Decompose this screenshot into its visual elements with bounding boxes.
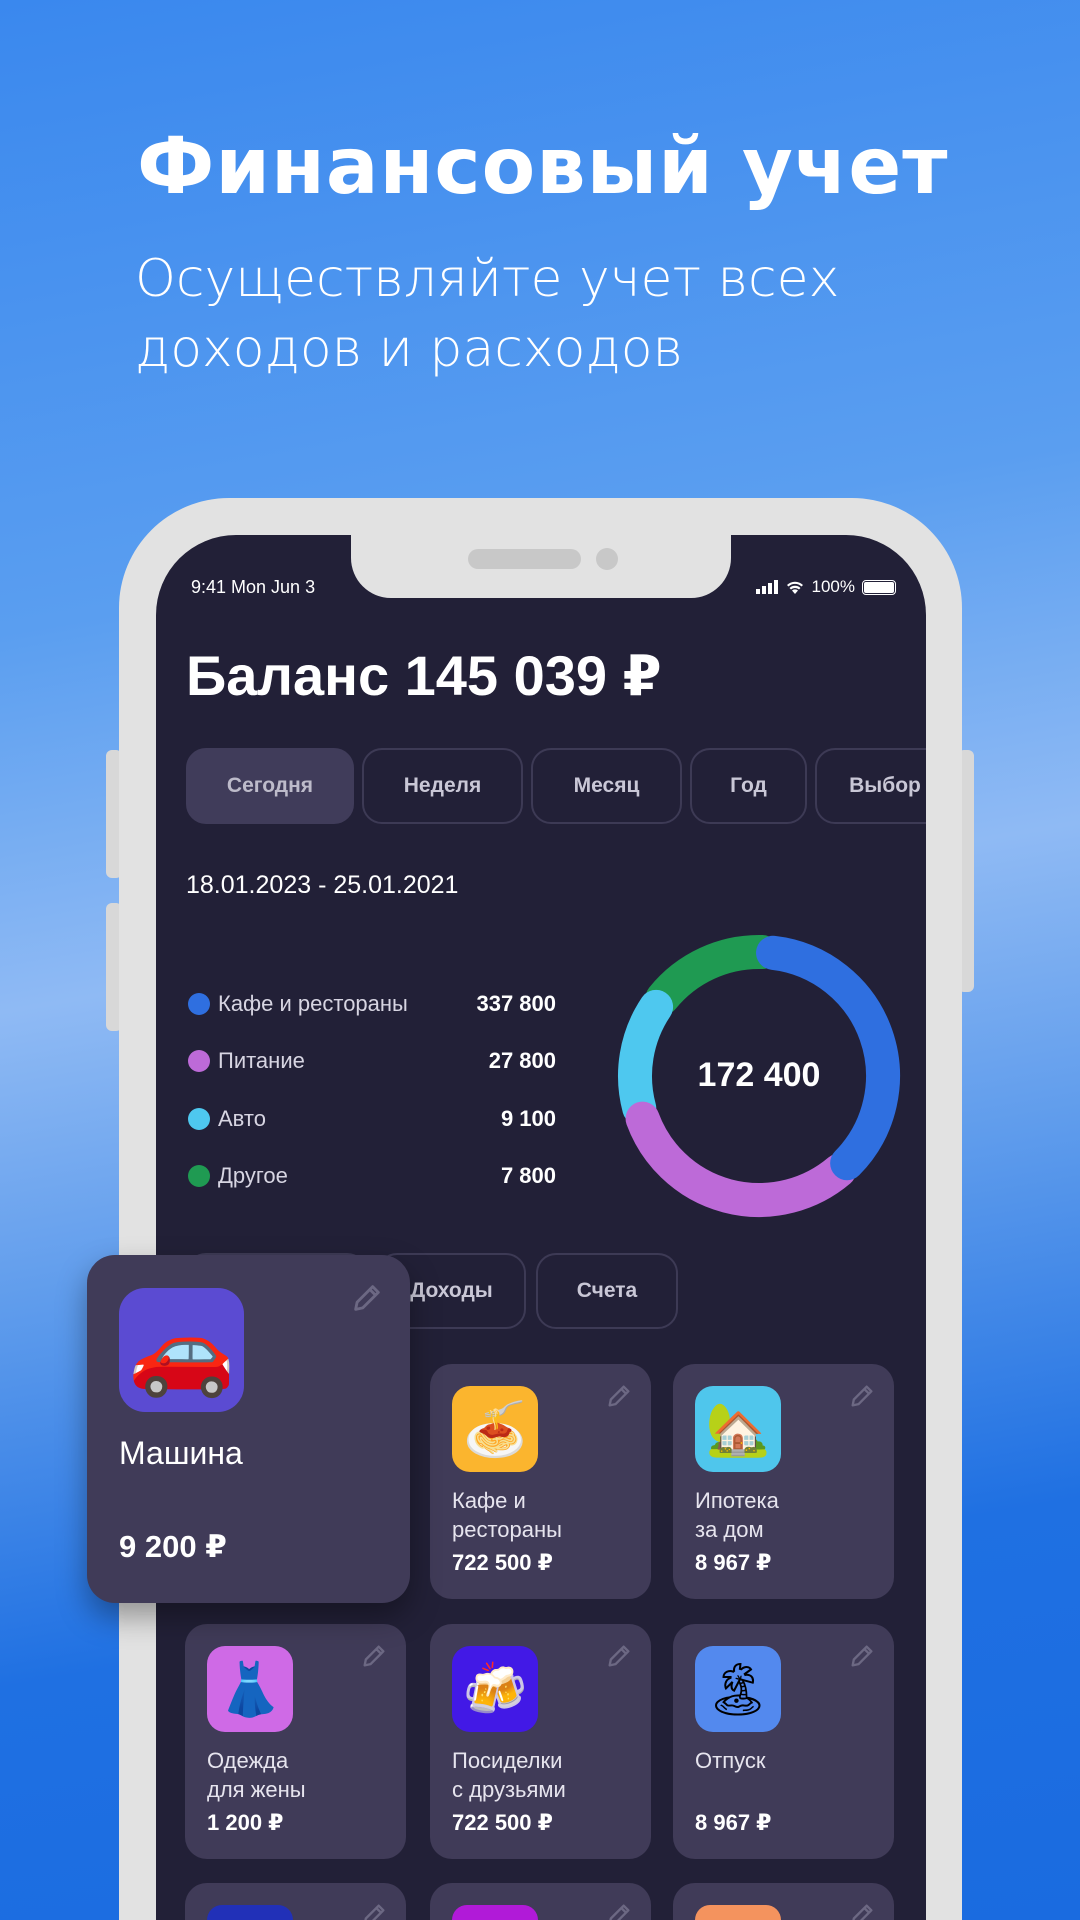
category-name-line: для жены <box>207 1777 306 1802</box>
category-card[interactable]: 🏡 Ипотека за дом 8 967 ₽ <box>673 1364 894 1599</box>
featured-category-card[interactable]: 🚗 Машина 9 200 ₽ <box>87 1255 410 1603</box>
signal-icon <box>755 580 778 594</box>
donut-chart: 172 400 <box>618 935 900 1217</box>
featured-card-name: Машина <box>119 1435 243 1471</box>
category-card[interactable]: 🏝 Отпуск 8 967 ₽ <box>673 1624 894 1859</box>
category-amount: 722 500 ₽ <box>452 1550 553 1575</box>
car-icon: 🚗 <box>119 1288 244 1412</box>
category-amount: 722 500 ₽ <box>452 1810 553 1835</box>
wifi-icon <box>786 581 803 594</box>
pencil-icon[interactable] <box>605 1382 633 1410</box>
legend-label: Авто <box>218 1105 266 1131</box>
phone-screen: 9:41 Mon Jun 3 100% Баланс 145 039 ₽ Сег… <box>156 535 926 1920</box>
tab-week[interactable]: Неделя <box>362 748 523 824</box>
legend-dot <box>188 1050 210 1073</box>
pencil-icon[interactable] <box>848 1901 876 1920</box>
legend-label: Питание <box>218 1048 305 1074</box>
category-name-line: Посиделки <box>452 1748 563 1773</box>
category-icon <box>452 1905 538 1920</box>
category-amount: 8 967 ₽ <box>695 1810 772 1835</box>
category-name-line: Одежда <box>207 1748 289 1773</box>
battery-icon <box>862 579 896 595</box>
hero-title: Финансовый учет <box>137 122 949 212</box>
legend-value: 27 800 <box>488 1048 556 1074</box>
period-tabs: Сегодня Неделя Месяц Год Выбор <box>186 748 926 824</box>
category-icon <box>207 1905 293 1920</box>
legend-dot <box>188 1165 210 1188</box>
category-card[interactable]: 👗 Одежда для жены 1 200 ₽ <box>185 1624 406 1859</box>
donut-total: 172 400 <box>698 1056 821 1094</box>
legend-item: Питание 27 800 <box>186 1033 556 1091</box>
camera <box>596 548 618 570</box>
category-name: Кафе и рестораны <box>452 1486 642 1544</box>
tab-year[interactable]: Год <box>690 748 807 824</box>
status-indicators: 100% <box>755 577 896 597</box>
pencil-icon[interactable] <box>605 1642 633 1670</box>
beach-icon: 🏝 <box>695 1646 781 1732</box>
legend-item: Авто 9 100 <box>186 1090 556 1148</box>
battery-percent: 100% <box>811 577 855 596</box>
beer-icon: 🍻 <box>452 1646 538 1732</box>
legend-label: Другое <box>218 1163 288 1189</box>
legend-dot <box>188 1107 210 1130</box>
legend-item: Другое 7 800 <box>186 1148 556 1206</box>
category-card[interactable]: 🍻 Посиделки с друзьями 722 500 ₽ <box>430 1624 651 1859</box>
category-name: Одежда для жены <box>207 1746 397 1804</box>
donut-segment-auto <box>618 989 674 1126</box>
category-card[interactable] <box>673 1883 894 1920</box>
category-name: Ипотека за дом <box>695 1486 885 1544</box>
pencil-icon[interactable] <box>848 1642 876 1670</box>
category-name-line: с друзьями <box>452 1777 566 1802</box>
category-name-line: Отпуск <box>695 1748 766 1773</box>
tab-month[interactable]: Месяц <box>531 748 682 824</box>
spaghetti-icon: 🍝 <box>452 1386 538 1472</box>
legend-value: 9 100 <box>500 1105 556 1131</box>
legend-label: Кафе и рестораны <box>218 990 408 1016</box>
pencil-icon[interactable] <box>360 1901 388 1920</box>
category-card[interactable] <box>185 1883 406 1920</box>
category-amount: 8 967 ₽ <box>695 1550 772 1575</box>
category-card[interactable] <box>430 1883 651 1920</box>
date-range: 18.01.2023 - 25.01.2021 <box>186 871 459 899</box>
pencil-icon[interactable] <box>848 1382 876 1410</box>
tab-today[interactable]: Сегодня <box>186 748 354 824</box>
pencil-icon[interactable] <box>360 1642 388 1670</box>
donut-segment-other <box>645 935 780 1016</box>
category-icon <box>695 1905 781 1920</box>
house-icon: 🏡 <box>695 1386 781 1472</box>
category-name-line: рестораны <box>452 1517 562 1542</box>
dress-icon: 👗 <box>207 1646 293 1732</box>
pencil-icon[interactable] <box>605 1901 633 1920</box>
legend-item: Кафе и рестораны 337 800 <box>186 975 556 1033</box>
notch <box>351 535 731 598</box>
hero-subtitle-line: Осуществляйте учет всех <box>135 249 840 309</box>
category-name: Посиделки с друзьями <box>452 1746 642 1804</box>
legend-value: 337 800 <box>476 990 556 1016</box>
category-name-line: Ипотека <box>695 1488 779 1513</box>
category-amount: 1 200 ₽ <box>207 1810 284 1835</box>
legend-dot <box>188 992 210 1015</box>
legend: Кафе и рестораны 337 800 Питание 27 800 Ав… <box>186 975 556 1205</box>
legend-value: 7 800 <box>500 1163 556 1189</box>
speaker <box>468 549 581 569</box>
status-time: 9:41 Mon Jun 3 <box>191 577 316 597</box>
donut-segment-food <box>625 1101 857 1217</box>
category-card[interactable]: 🍝 Кафе и рестораны 722 500 ₽ <box>430 1364 651 1599</box>
category-name-line: Кафе и <box>452 1488 526 1513</box>
hero-subtitle: Осуществляйте учет всех доходов и расход… <box>135 244 955 384</box>
pencil-icon[interactable] <box>350 1281 384 1315</box>
featured-card-amount: 9 200 ₽ <box>119 1529 227 1564</box>
tab-accounts[interactable]: Счета <box>536 1253 678 1329</box>
hero-subtitle-line: доходов и расходов <box>135 319 683 379</box>
category-name-line: за дом <box>695 1517 764 1542</box>
balance-title: Баланс 145 039 ₽ <box>186 644 662 707</box>
category-name: Отпуск <box>695 1746 885 1775</box>
tab-custom[interactable]: Выбор <box>815 748 926 824</box>
